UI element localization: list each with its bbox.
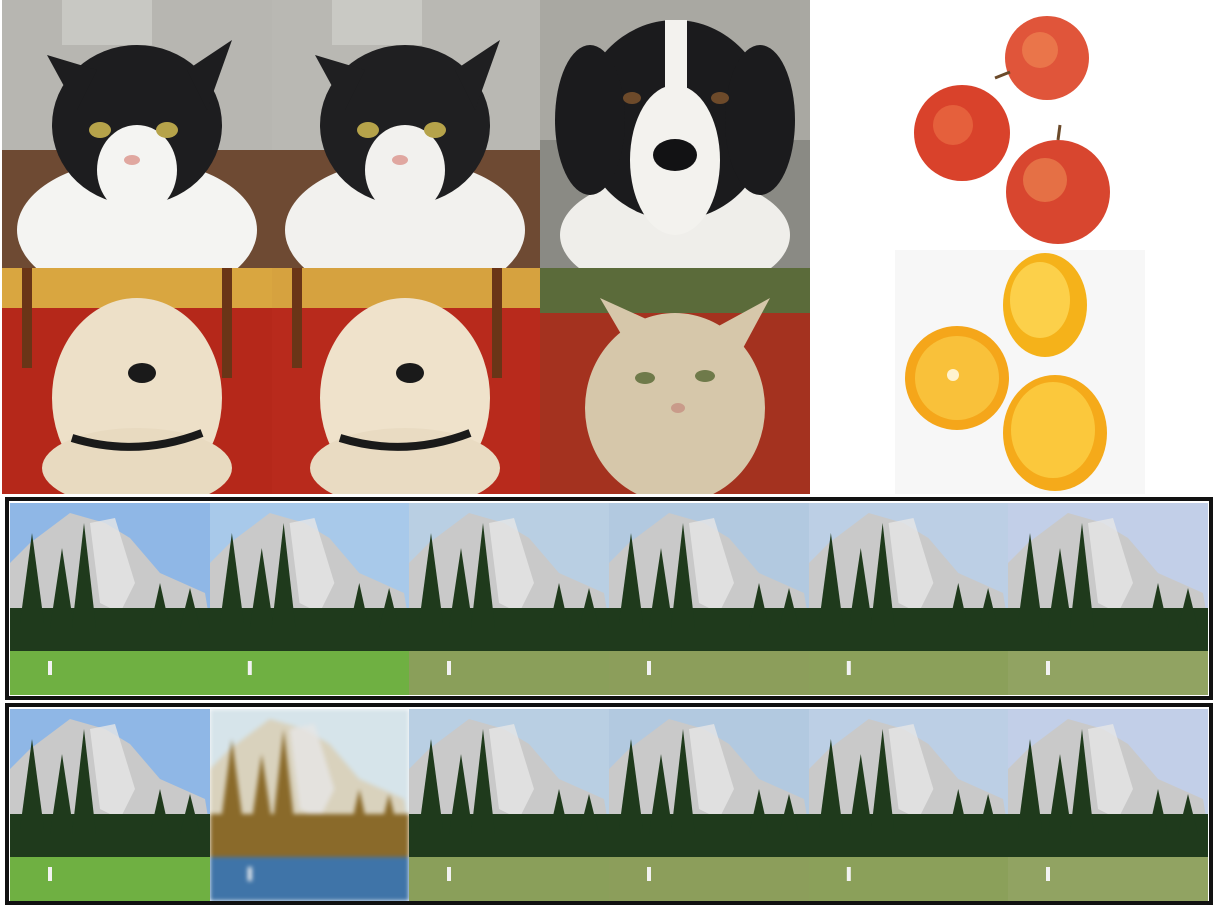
dog-to-cat-photo [540,268,810,494]
landscape-tile [10,503,210,695]
landscape-tile [609,709,809,901]
landscape-tile [210,709,409,901]
landscape-tile [1008,503,1208,695]
landscape-tile [609,503,809,695]
cat-input-photo [2,0,272,268]
landscape-tile [409,503,609,695]
landscape-tile [809,503,1008,695]
oranges-photo [895,250,1145,494]
landscape-tile [809,709,1008,901]
landscape-tile [409,709,609,901]
dog-input-photo [2,268,272,494]
cat-reconstruction-photo [272,0,540,268]
landscape-tile [1008,709,1208,901]
landscape-tile [10,709,210,901]
dog-reconstruction-photo [272,268,540,494]
cat-to-dog-photo [540,0,810,268]
landscape-tile [210,503,409,695]
apples-photo [895,0,1145,250]
